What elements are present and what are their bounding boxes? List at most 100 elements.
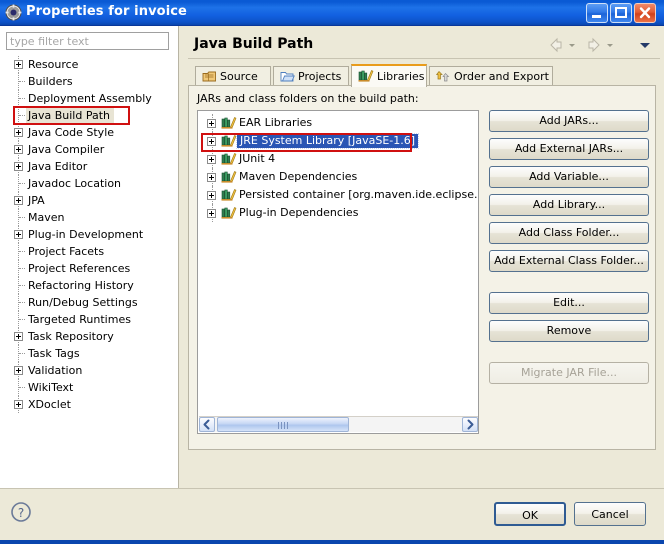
sidebar-item-targeted-runtimes[interactable]: Targeted Runtimes [0,311,178,328]
sidebar-item-resource[interactable]: Resource [0,56,178,73]
forward-dropdown-caret[interactable] [607,44,613,47]
sidebar-item-project-references[interactable]: Project References [0,260,178,277]
library-row[interactable]: JRE System Library [JavaSE-1.6] [198,132,478,150]
expand-plus-icon[interactable] [207,155,216,164]
libraries-list[interactable]: EAR Libraries JRE System Library [JavaSE-… [197,110,479,434]
add-class-folder-button[interactable]: Add Class Folder... [489,222,649,244]
add-jars-button[interactable]: Add JARs... [489,110,649,132]
scroll-right-arrow-icon[interactable] [462,417,478,432]
tab-label: Projects [298,70,342,83]
tab-libraries[interactable]: Libraries [351,64,427,87]
expand-plus-icon[interactable] [14,128,23,137]
sidebar-item-wikitext[interactable]: WikiText [0,379,178,396]
tab-label: Order and Export [454,70,549,83]
cancel-button[interactable]: Cancel [574,502,646,526]
edit-button[interactable]: Edit... [489,292,649,314]
sidebar-item-label: JPA [28,194,45,207]
remove-button[interactable]: Remove [489,320,649,342]
library-books-icon [221,188,237,205]
tree-tick-line [19,183,25,185]
sidebar-item-label: Resource [28,58,79,71]
close-icon[interactable] [634,3,656,23]
add-variable-button[interactable]: Add Variable... [489,166,649,188]
library-label: Persisted container [org.maven.ide.eclip… [239,188,478,201]
library-row[interactable]: EAR Libraries [198,114,478,132]
sidebar-item-java-editor[interactable]: Java Editor [0,158,178,175]
sidebar-item-label: Targeted Runtimes [28,313,131,326]
ok-button[interactable]: OK [494,502,566,526]
tab-projects[interactable]: Projects [273,66,349,86]
add-library-button[interactable]: Add Library... [489,194,649,216]
sidebar-item-label: Validation [28,364,83,377]
forward-arrow-icon[interactable] [586,37,602,56]
tab-source[interactable]: Source [195,66,271,86]
sidebar-item-jpa[interactable]: JPA [0,192,178,209]
sidebar-item-project-facets[interactable]: Project Facets [0,243,178,260]
sidebar-item-validation[interactable]: Validation [0,362,178,379]
sidebar-item-xdoclet[interactable]: XDoclet [0,396,178,413]
sidebar-item-refactoring-history[interactable]: Refactoring History [0,277,178,294]
libraries-group: JARs and class folders on the build path… [188,85,656,450]
back-arrow-icon[interactable] [548,37,564,56]
library-label: Maven Dependencies [239,170,358,183]
expand-plus-icon[interactable] [207,119,216,128]
expand-plus-icon[interactable] [14,162,23,171]
library-row[interactable]: Plug-in Dependencies [198,204,478,222]
sidebar-item-label: Java Editor [28,160,88,173]
library-row[interactable]: JUnit 4 [198,150,478,168]
expand-plus-icon[interactable] [14,400,23,409]
title-bar: Properties for invoice [0,0,664,26]
expand-plus-icon[interactable] [207,137,216,146]
sidebar-item-java-build-path[interactable]: Java Build Path [0,107,178,124]
view-menu-caret[interactable] [640,43,650,48]
sidebar-item-java-compiler[interactable]: Java Compiler [0,141,178,158]
sidebar-item-task-repository[interactable]: Task Repository [0,328,178,345]
sidebar-item-label: Refactoring History [28,279,134,292]
tab-bar[interactable]: Source Projects Libraries Order and Export [195,64,553,87]
sidebar-item-deployment-assembly[interactable]: Deployment Assembly [0,90,178,107]
settings-tree[interactable]: Resource Builders Deployment Assembly Java … [0,56,178,488]
expand-plus-icon[interactable] [14,60,23,69]
sidebar-item-task-tags[interactable]: Task Tags [0,345,178,362]
page-pane: Java Build Path SourceProjectsLibrarie [180,26,664,488]
expand-plus-icon[interactable] [14,230,23,239]
scroll-thumb[interactable] [217,417,349,432]
library-row[interactable]: Maven Dependencies [198,168,478,186]
sidebar-item-maven[interactable]: Maven [0,209,178,226]
sidebar-item-label: Javadoc Location [28,177,122,190]
add-external-jars-button[interactable]: Add External JARs... [489,138,649,160]
sidebar-item-plug-in-development[interactable]: Plug-in Development [0,226,178,243]
expand-plus-icon[interactable] [14,366,23,375]
expand-plus-icon[interactable] [207,209,216,218]
add-external-class-folder-button[interactable]: Add External Class Folder... [489,250,649,272]
svg-text:?: ? [18,506,24,520]
sidebar-item-javadoc-location[interactable]: Javadoc Location [0,175,178,192]
tree-tick-line [19,115,25,117]
tab-order-and-export[interactable]: Order and Export [429,66,553,86]
sidebar-item-builders[interactable]: Builders [0,73,178,90]
sidebar-item-run-debug-settings[interactable]: Run/Debug Settings [0,294,178,311]
expand-plus-icon[interactable] [14,196,23,205]
scroll-left-arrow-icon[interactable] [199,417,215,432]
sidebar-item-label: Plug-in Development [28,228,144,241]
expand-plus-icon[interactable] [207,191,216,200]
expand-plus-icon[interactable] [207,173,216,182]
tab-label: Libraries [377,70,425,83]
tree-tick-line [19,81,25,83]
horizontal-scrollbar[interactable] [199,416,478,432]
library-label: JUnit 4 [239,152,276,165]
settings-sidebar: Resource Builders Deployment Assembly Java … [0,26,179,488]
expand-plus-icon[interactable] [14,332,23,341]
sidebar-item-java-code-style[interactable]: Java Code Style [0,124,178,141]
help-question-icon[interactable]: ? [10,501,32,523]
maximize-button[interactable] [610,3,632,23]
sidebar-item-label: Builders [28,75,73,88]
minimize-button[interactable] [586,3,608,23]
expand-plus-icon[interactable] [14,145,23,154]
filter-input[interactable] [6,32,169,50]
sidebar-item-label: Java Compiler [28,143,105,156]
library-row[interactable]: Persisted container [org.maven.ide.eclip… [198,186,478,204]
library-books-icon [221,170,237,187]
back-dropdown-caret[interactable] [569,44,575,47]
gear-icon [5,4,22,21]
